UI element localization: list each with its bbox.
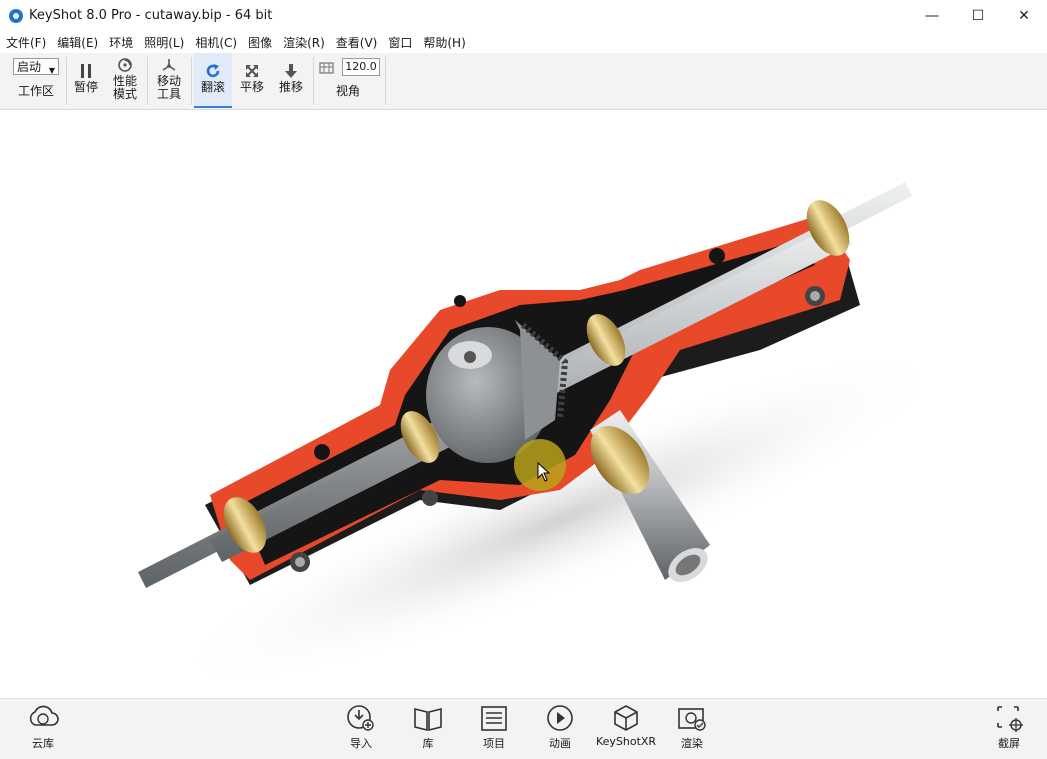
menu-window[interactable]: 窗口 — [382, 34, 417, 51]
library-label: 库 — [422, 737, 434, 750]
tumble-icon — [205, 53, 221, 79]
pan-label: 平移 — [239, 80, 264, 94]
cloud-library-icon — [29, 705, 59, 726]
toolbar: 启动 ▼ 工作区 暂停 性能 模式 移动 工具 翻滚 平移 推移 120.0 视… — [0, 53, 1047, 110]
performance-mode-button[interactable]: 性能 模式 — [106, 53, 144, 108]
move-tool-icon — [161, 53, 177, 73]
dolly-label: 推移 — [278, 80, 303, 94]
pause-button[interactable]: 暂停 — [68, 53, 104, 108]
axle-cutaway-render — [138, 182, 951, 691]
toolbar-separator — [147, 57, 148, 105]
menu-camera[interactable]: 相机(C) — [189, 34, 242, 51]
cloud-library-label: 云库 — [32, 737, 54, 750]
menu-bar: 文件(F) 编辑(E) 环境 照明(L) 相机(C) 图像 渲染(R) 查看(V… — [0, 31, 1047, 53]
toolbar-separator — [313, 57, 314, 105]
close-button[interactable]: ✕ — [1001, 0, 1047, 31]
cloud-library-button[interactable]: 云库 — [13, 703, 73, 751]
library-button[interactable]: 库 — [398, 703, 458, 751]
menu-environment[interactable]: 环境 — [103, 34, 138, 51]
screenshot-icon — [997, 706, 1023, 732]
menu-lighting[interactable]: 照明(L) — [138, 34, 189, 51]
project-button[interactable]: 项目 — [464, 703, 524, 751]
menu-edit[interactable]: 编辑(E) — [51, 34, 103, 51]
workspace-group: 工作区 — [10, 83, 62, 105]
import-label: 导入 — [350, 737, 372, 750]
tumble-label: 翻滚 — [200, 80, 225, 94]
pause-icon — [79, 53, 93, 79]
menu-help[interactable]: 帮助(H) — [417, 34, 470, 51]
dolly-icon — [283, 53, 299, 79]
window-controls: — ☐ ✕ — [909, 0, 1047, 31]
import-button[interactable]: 导入 — [331, 703, 391, 751]
minimize-button[interactable]: — — [909, 0, 955, 31]
keyshotxr-cube-icon — [614, 705, 638, 731]
animation-button[interactable]: 动画 — [530, 703, 590, 751]
bottom-toolbar: 云库 导入 库 项目 动画 KeyShotXR 渲染 截屏 — [0, 698, 1047, 759]
render-button[interactable]: 渲染 — [662, 703, 722, 751]
workspace-select[interactable]: 启动 ▼ — [13, 58, 59, 75]
workspace-select-value: 启动 — [17, 60, 42, 74]
keyshotxr-label: KeyShotXR — [595, 735, 657, 748]
dolly-button[interactable]: 推移 — [272, 53, 310, 108]
library-book-icon — [414, 707, 442, 732]
field-of-view-label: 视角 — [335, 84, 360, 98]
move-tool-button[interactable]: 移动 工具 — [150, 53, 188, 108]
render-icon — [678, 708, 706, 731]
field-of-view-input[interactable]: 120.0 — [342, 58, 380, 76]
animation-label: 动画 — [549, 737, 571, 750]
render-viewport[interactable] — [0, 110, 1047, 698]
screenshot-label: 截屏 — [998, 737, 1020, 750]
fov-label-group: 视角 — [320, 83, 376, 105]
move-tool-label-2: 工具 — [156, 87, 181, 101]
pan-icon — [244, 53, 260, 79]
render-label: 渲染 — [681, 737, 703, 750]
tumble-button[interactable]: 翻滚 — [194, 53, 232, 108]
menu-render[interactable]: 渲染(R) — [277, 34, 330, 51]
field-of-view-icon — [319, 60, 335, 79]
performance-label-2: 模式 — [112, 87, 137, 101]
performance-mode-icon — [117, 53, 133, 73]
project-label: 项目 — [483, 737, 505, 750]
chevron-down-icon: ▼ — [48, 66, 55, 75]
menu-view[interactable]: 查看(V) — [330, 34, 383, 51]
toolbar-separator — [191, 57, 192, 105]
keyshotxr-button[interactable]: KeyShotXR — [596, 703, 656, 748]
workspace-label: 工作区 — [17, 84, 54, 98]
animation-play-icon — [547, 705, 573, 731]
title-bar: KeyShot 8.0 Pro - cutaway.bip - 64 bit —… — [0, 0, 1047, 31]
screenshot-button[interactable]: 截屏 — [979, 703, 1039, 751]
menu-file[interactable]: 文件(F) — [0, 34, 51, 51]
menu-image[interactable]: 图像 — [242, 34, 277, 51]
project-list-icon — [481, 706, 507, 731]
keyshot-app-icon — [9, 8, 23, 23]
mouse-pointer-icon — [537, 462, 551, 482]
window-title: KeyShot 8.0 Pro - cutaway.bip - 64 bit — [29, 8, 273, 23]
toolbar-separator — [66, 57, 67, 105]
import-icon — [347, 705, 374, 731]
pan-button[interactable]: 平移 — [234, 53, 270, 108]
maximize-button[interactable]: ☐ — [955, 0, 1001, 31]
pause-label: 暂停 — [73, 80, 98, 94]
toolbar-separator — [385, 57, 386, 105]
